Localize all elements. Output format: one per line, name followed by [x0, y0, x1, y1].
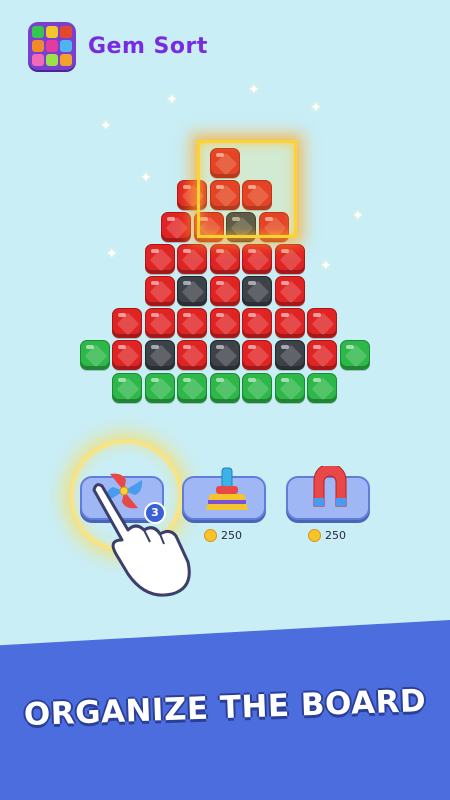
green-gem[interactable]: [80, 340, 110, 370]
red-gem[interactable]: [177, 340, 207, 370]
gem-grid-logo-icon: [28, 22, 76, 70]
red-gem[interactable]: [307, 308, 337, 338]
sparkle-icon: ✦: [106, 246, 118, 262]
sparkle-icon: ✦: [100, 118, 112, 134]
black-gem[interactable]: [242, 276, 272, 306]
red-gem[interactable]: [275, 308, 305, 338]
magnet-price-value: 250: [325, 528, 346, 542]
selected-gem-frame[interactable]: [197, 140, 297, 238]
game-board: ✦ ✦ ✦ ✦ ✦ ✦ ✦ ✦: [0, 80, 450, 420]
black-gem[interactable]: [210, 340, 240, 370]
red-gem[interactable]: [161, 212, 191, 242]
green-gem[interactable]: [145, 373, 175, 403]
magnet-price: 250: [308, 526, 346, 544]
red-gem[interactable]: [177, 308, 207, 338]
green-gem[interactable]: [210, 373, 240, 403]
red-gem[interactable]: [145, 308, 175, 338]
black-gem[interactable]: [275, 340, 305, 370]
sparkle-icon: ✦: [352, 208, 364, 224]
red-gem[interactable]: [242, 244, 272, 274]
green-gem[interactable]: [340, 340, 370, 370]
app-header: Gem Sort: [28, 20, 208, 72]
green-gem[interactable]: [275, 373, 305, 403]
red-gem[interactable]: [307, 340, 337, 370]
black-gem[interactable]: [177, 276, 207, 306]
red-gem[interactable]: [210, 308, 240, 338]
red-gem[interactable]: [112, 308, 142, 338]
sparkle-icon: ✦: [248, 82, 260, 98]
sparkle-icon: ✦: [140, 170, 152, 186]
broom-price: 250: [204, 526, 242, 544]
red-gem[interactable]: [242, 340, 272, 370]
red-gem[interactable]: [177, 244, 207, 274]
red-gem[interactable]: [145, 276, 175, 306]
sparkle-icon: ✦: [320, 258, 332, 274]
green-gem[interactable]: [112, 373, 142, 403]
broom-price-value: 250: [221, 528, 242, 542]
red-gem[interactable]: [112, 340, 142, 370]
red-gem[interactable]: [275, 244, 305, 274]
coin-icon: [308, 528, 321, 542]
sparkle-icon: ✦: [166, 92, 178, 108]
red-gem[interactable]: [145, 244, 175, 274]
green-gem[interactable]: [242, 373, 272, 403]
magnet-powerup-button[interactable]: [286, 466, 370, 520]
pointing-hand-icon: [92, 483, 191, 597]
red-gem[interactable]: [210, 244, 240, 274]
red-gem[interactable]: [210, 276, 240, 306]
magnet-icon: [313, 466, 347, 507]
black-gem[interactable]: [145, 340, 175, 370]
app-title: Gem Sort: [88, 33, 208, 59]
sparkle-icon: ✦: [310, 100, 322, 116]
green-gem[interactable]: [177, 373, 207, 403]
red-gem[interactable]: [242, 308, 272, 338]
green-gem[interactable]: [307, 373, 337, 403]
red-gem[interactable]: [275, 276, 305, 306]
